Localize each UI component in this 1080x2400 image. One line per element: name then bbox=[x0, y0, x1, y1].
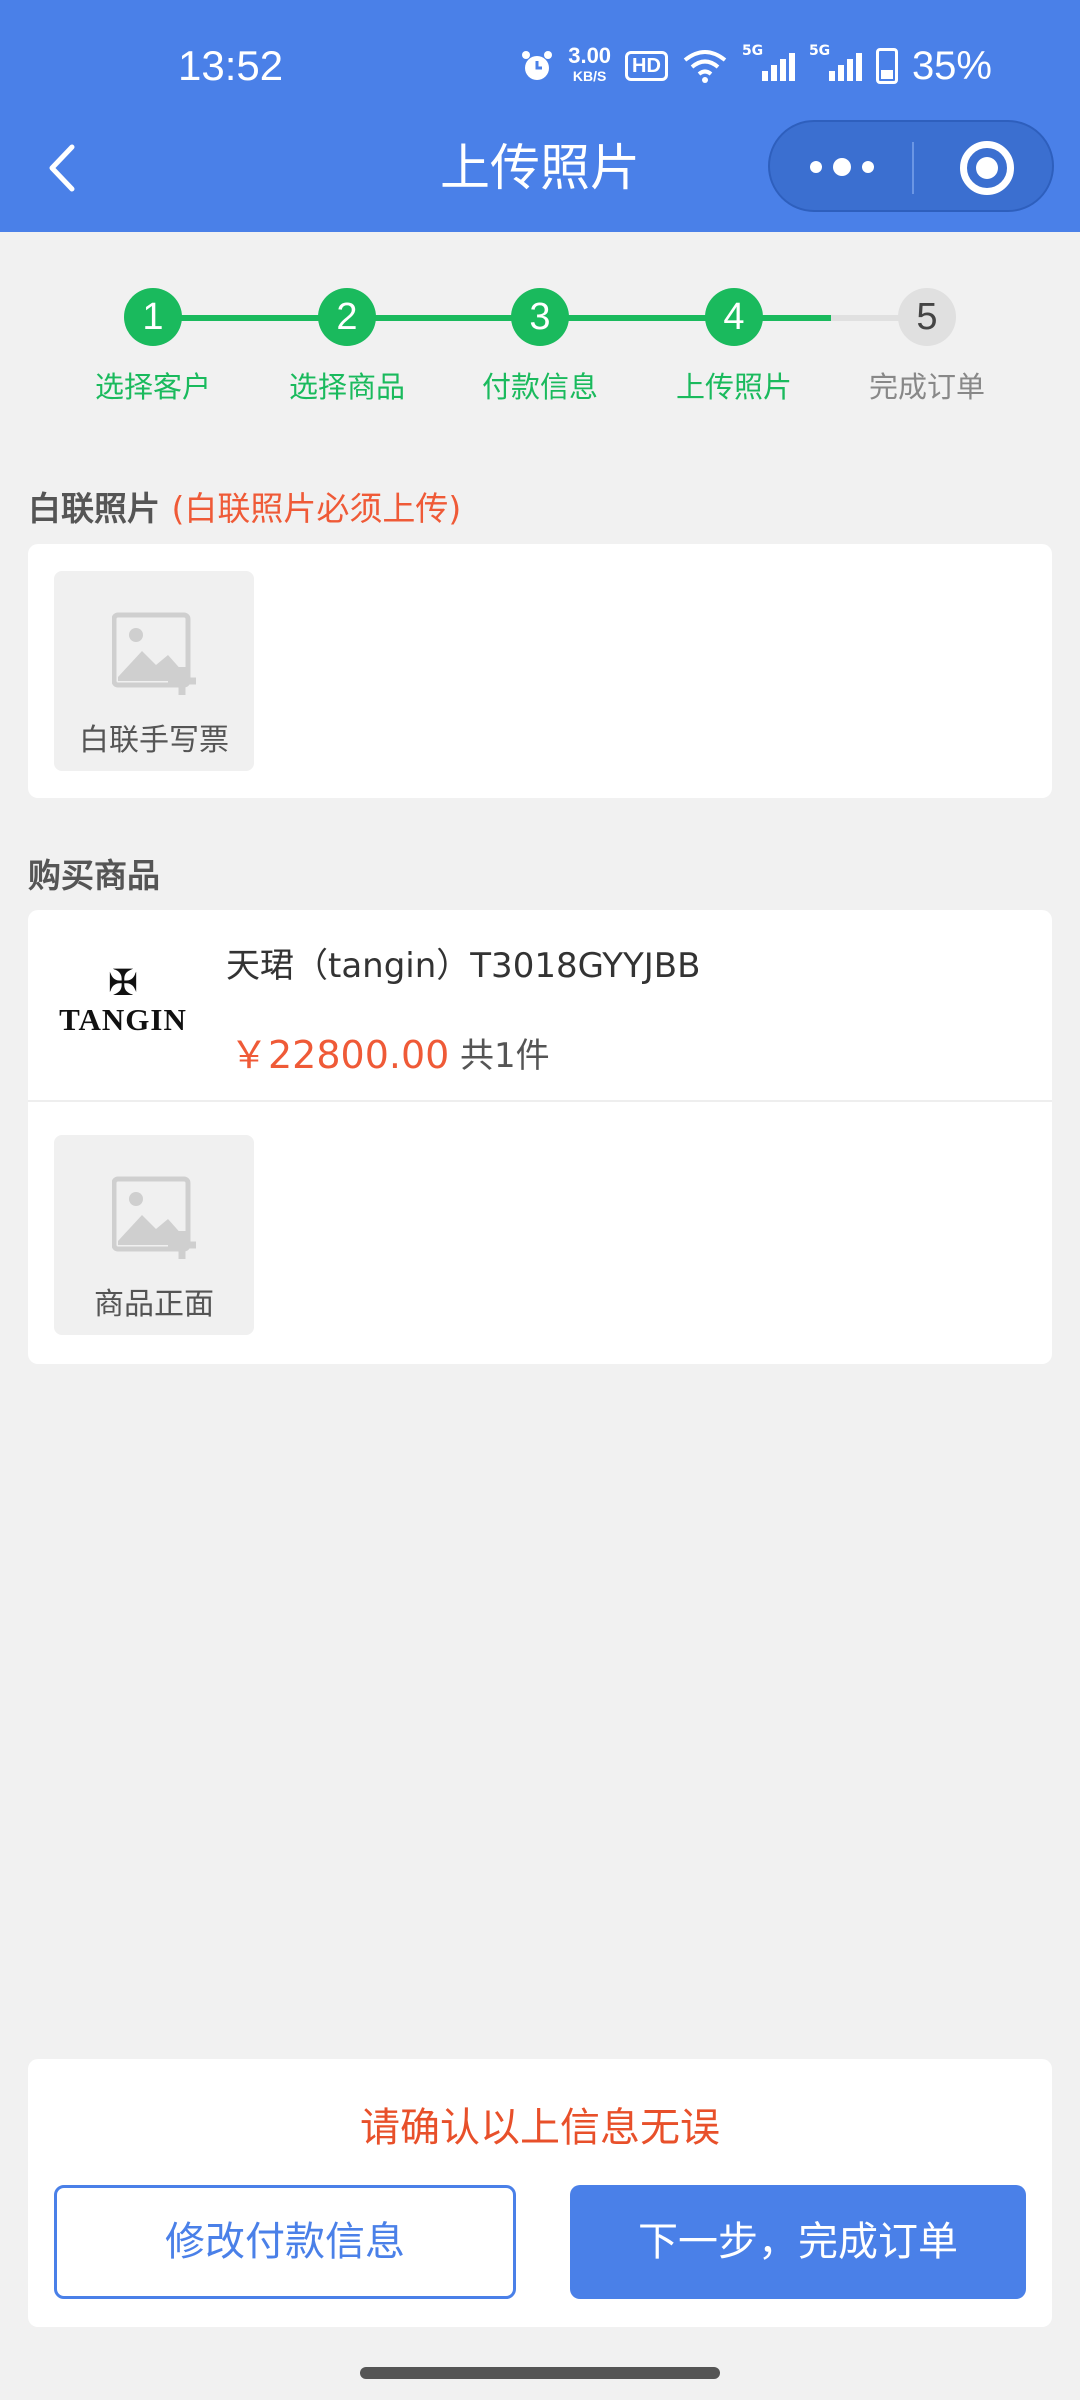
product-quantity: 共1件 bbox=[460, 1036, 550, 1076]
modify-payment-button[interactable]: 修改付款信息 bbox=[54, 2185, 516, 2299]
brand-name: TANGIN bbox=[59, 1002, 187, 1037]
step-4: 4 上传照片 bbox=[634, 288, 834, 406]
battery-percent: 35% bbox=[911, 43, 992, 88]
home-indicator[interactable] bbox=[360, 2367, 720, 2379]
signal-tag-2: 5G bbox=[808, 43, 831, 59]
product-name: 天珺（tangin）T3018GYYJBB bbox=[226, 946, 701, 986]
signal-icon: 5G bbox=[742, 43, 795, 81]
purchase-card: ✠ TANGIN 天珺（tangin）T3018GYYJBB ￥22800.00… bbox=[28, 910, 1052, 1364]
brand-logo: ✠ TANGIN bbox=[58, 966, 188, 1046]
step-label: 选择客户 bbox=[94, 370, 211, 404]
status-bar: 13:52 3.00 KB/S HD 5G 5G 35% bbox=[0, 0, 1080, 130]
receipt-section-title: 白联照片 (白联照片必须上传) bbox=[28, 482, 461, 530]
receipt-upload-button[interactable]: 白联手写票 bbox=[54, 571, 254, 771]
step-number: 2 bbox=[318, 288, 376, 346]
receipt-upload-label: 白联手写票 bbox=[79, 723, 229, 758]
brand-mark-icon: ✠ bbox=[107, 963, 139, 1004]
product-row: ✠ TANGIN 天珺（tangin）T3018GYYJBB ￥22800.00… bbox=[28, 910, 1052, 1102]
signal-icon-2: 5G bbox=[809, 43, 862, 81]
progress-steps: 1 选择客户 2 选择商品 3 付款信息 4 上传照片 5 完成订单 bbox=[0, 288, 1080, 428]
confirm-card: 请确认以上信息无误 修改付款信息 下一步，完成订单 bbox=[28, 2059, 1052, 2327]
capsule-divider bbox=[912, 142, 914, 194]
alarm-icon bbox=[522, 51, 553, 80]
product-price: ￥22800.00 bbox=[230, 1033, 450, 1077]
close-target-icon[interactable] bbox=[960, 141, 1014, 195]
confirm-message: 请确认以上信息无误 bbox=[360, 2105, 720, 2151]
next-complete-order-button[interactable]: 下一步，完成订单 bbox=[570, 2185, 1026, 2299]
receipt-title: 白联照片 bbox=[28, 489, 160, 528]
receipt-upload-card: 白联手写票 bbox=[28, 544, 1052, 798]
product-photo-upload-button[interactable]: 商品正面 bbox=[54, 1135, 254, 1335]
step-label: 付款信息 bbox=[481, 370, 598, 404]
step-5: 5 完成订单 bbox=[827, 288, 1027, 406]
network-speed-value: 3.00 bbox=[568, 43, 612, 68]
product-upload-label: 商品正面 bbox=[94, 1287, 214, 1322]
step-number: 3 bbox=[511, 288, 569, 346]
step-label: 上传照片 bbox=[675, 370, 792, 404]
signal-tag: 5G bbox=[741, 43, 764, 59]
add-image-icon bbox=[112, 612, 196, 695]
purchase-section-title: 购买商品 bbox=[28, 856, 160, 895]
wifi-icon bbox=[683, 50, 727, 83]
clock: 13:52 bbox=[178, 42, 284, 89]
receipt-required-note: (白联照片必须上传) bbox=[171, 489, 462, 528]
step-label: 选择商品 bbox=[288, 370, 405, 404]
more-icon[interactable] bbox=[810, 152, 874, 182]
network-speed: 3.00 KB/S bbox=[568, 43, 612, 86]
step-number: 5 bbox=[898, 288, 956, 346]
step-3: 3 付款信息 bbox=[440, 288, 640, 406]
hd-badge: HD bbox=[625, 51, 668, 81]
step-label: 完成订单 bbox=[868, 370, 985, 404]
battery-icon bbox=[875, 48, 898, 84]
add-image-icon bbox=[112, 1176, 196, 1259]
app-header: 13:52 3.00 KB/S HD 5G 5G 35% 上传照片 bbox=[0, 0, 1080, 232]
mini-program-capsule bbox=[768, 120, 1054, 212]
network-speed-unit: KB/S bbox=[572, 68, 607, 84]
step-1: 1 选择客户 bbox=[53, 288, 253, 406]
step-2: 2 选择商品 bbox=[247, 288, 447, 406]
step-number: 4 bbox=[705, 288, 763, 346]
status-icons: 3.00 KB/S HD 5G 5G 35% bbox=[520, 43, 992, 88]
step-number: 1 bbox=[124, 288, 182, 346]
